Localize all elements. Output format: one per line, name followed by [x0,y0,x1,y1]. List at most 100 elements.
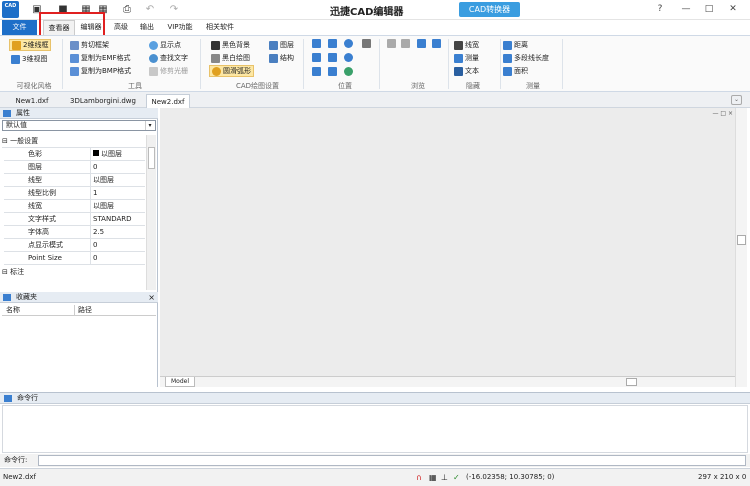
layers-icon [269,40,278,50]
property-row[interactable]: 字体高 2.5 [4,226,145,239]
model-tab-bar: Model [160,376,735,387]
back-arrow-icon[interactable] [387,39,396,48]
tab-file[interactable]: 文件 [2,20,37,35]
close-icon[interactable]: × [148,292,155,303]
tab-output[interactable]: 输出 [136,20,158,35]
properties-dropdown[interactable]: 默认值 ▾ [2,120,156,131]
text-button[interactable]: 文本 [454,65,479,77]
doc-tab[interactable]: New1.dxf [6,94,58,108]
cad-converter-button[interactable]: CAD转换器 [459,2,520,17]
close-icon[interactable]: ✕ [725,2,741,16]
zoom-in-icon[interactable] [344,39,353,48]
property-row[interactable]: 线型 以图层 [4,174,145,187]
tab-advanced[interactable]: 高级 [110,20,132,35]
black-background-button[interactable]: 黑色背景 [211,39,250,51]
collapse-icon[interactable]: ⊟ [2,268,8,276]
viewport-controls[interactable]: — □ × [703,110,733,118]
scrollbar-thumb[interactable] [737,235,746,245]
redo-icon[interactable]: ↷ [168,3,180,16]
pan-hand-icon[interactable] [362,39,371,48]
properties-scrollbar[interactable] [146,135,156,290]
tab-related-software[interactable]: 相关软件 [202,20,238,35]
maximize-icon[interactable]: □ [701,2,717,16]
distance-icon [503,40,512,50]
group-label-tools: 工具 [128,82,142,90]
copy-icon [70,66,79,76]
ortho-icon[interactable]: ⊥ [441,473,450,482]
doc-tab[interactable]: 3DLamborgini.dwg [68,94,138,108]
property-row[interactable]: 点显示模式 0 [4,239,145,252]
property-row[interactable]: 文字样式 STANDARD [4,213,145,226]
drawing-canvas[interactable]: — □ × [160,108,735,376]
property-row[interactable]: 线型比例 1 [4,187,145,200]
group-label-position: 位置 [338,82,352,90]
view-3d-button[interactable]: 3维视图 [11,53,47,65]
layers-button[interactable]: 图层 [269,39,294,51]
snap-icon[interactable]: ∩ [416,473,425,482]
bw-drawing-button[interactable]: 黑白绘图 [211,52,250,64]
vertical-scrollbar[interactable] [735,108,747,387]
undo-icon[interactable]: ↶ [144,3,156,16]
command-input[interactable] [38,455,746,466]
browse-file-icon[interactable] [417,39,426,48]
forward-arrow-icon[interactable] [401,39,410,48]
wireframe-2d-button[interactable]: 2维线框 [9,39,52,51]
property-row[interactable]: 色彩 以图层 [4,148,145,161]
zoom-out-icon[interactable] [344,53,353,62]
minimize-icon[interactable]: — [678,2,694,16]
tab-vip[interactable]: VIP功能 [164,20,196,35]
doc-tab-active[interactable]: New2.dxf [146,94,190,108]
line-width-icon [454,40,463,50]
polyline-icon [503,53,512,63]
zoom-fit-icon[interactable] [312,67,321,76]
zoom-center-icon[interactable] [328,67,337,76]
status-bar: New2.dxf ∩ ▦ ⊥ ✓ (-16.02358; 10.30785; 0… [0,468,750,486]
property-row[interactable]: 图层 0 [4,161,145,174]
coordinates-readout: (-16.02358; 10.30785; 0) [466,473,555,481]
clip-frame-button[interactable]: 剪切框架 [70,39,109,51]
zoom-window-icon[interactable] [312,39,321,48]
polyline-length-button[interactable]: 多段线长度 [503,52,549,64]
scrollbar-thumb[interactable] [148,147,155,169]
copy-emf-button[interactable]: 复制为EMF格式 [70,52,131,64]
structure-button[interactable]: 结构 [269,52,294,64]
search-icon [149,53,158,63]
help-icon[interactable]: ? [652,2,668,16]
distance-button[interactable]: 距离 [503,39,528,51]
property-row[interactable]: 线宽 以图层 [4,200,145,213]
section-general[interactable]: ⊟ 一般设置 [2,135,146,148]
area-button[interactable]: 面积 [503,65,528,77]
group-label-cad-draw: CAD绘图设置 [235,82,280,90]
trim-icon [149,66,158,76]
section-annotation[interactable]: ⊟ 标注 [2,266,146,279]
chevron-down-icon[interactable]: ▾ [145,121,154,130]
browse-folder-icon[interactable] [432,39,441,48]
zoom-all-icon[interactable] [328,53,337,62]
browse-tools [387,39,447,51]
model-tab[interactable]: Model [165,377,195,387]
show-points-button[interactable]: 显示点 [149,39,181,51]
collapse-icon[interactable]: ⊟ [2,137,8,145]
document-tabs: New1.dxf 3DLamborgini.dwg New2.dxf ⌄ [0,92,750,108]
zoom-extents-icon[interactable] [328,39,337,48]
pen-icon[interactable]: ✓ [453,473,462,482]
find-text-button[interactable]: 查找文字 [149,52,188,64]
zoom-previous-icon[interactable] [312,53,321,62]
properties-header: 属性 [0,108,158,119]
tab-menu-icon[interactable]: ⌄ [731,95,742,105]
line-width-button[interactable]: 线宽 [454,39,479,51]
trim-raster-button[interactable]: 修剪光栅 [149,65,188,77]
favorites-table-header: 名称 路径 [2,305,156,316]
ribbon-divider [562,39,563,89]
orbit-icon[interactable] [344,67,353,76]
print-icon[interactable]: ⎙ [121,3,133,16]
ribbon-divider [500,39,501,89]
smooth-arc-button[interactable]: 圆滑弧形 [209,65,254,77]
grid-icon[interactable]: ▦ [429,473,438,482]
horizontal-scrollbar-thumb[interactable] [626,378,637,386]
group-label-hide: 隐藏 [466,82,480,90]
favorites-header: 收藏夹 × [0,292,158,303]
hide-measure-button[interactable]: 测量 [454,52,479,64]
copy-bmp-button[interactable]: 复制为BMP格式 [70,65,131,77]
property-row[interactable]: Point Size 0 [4,252,145,265]
